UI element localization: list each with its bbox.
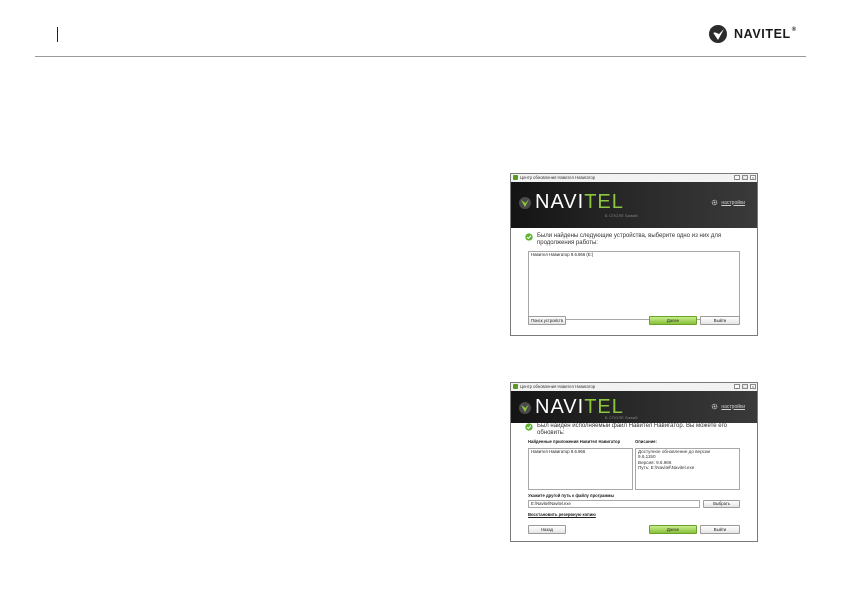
device-list[interactable]: Навител Навигатор 9.6.966 (E:) — [528, 251, 740, 320]
description-label: Описание: — [635, 439, 657, 444]
gear-icon — [712, 403, 718, 410]
banner-subtitle: Б СПОЛЕ Бавий — [605, 416, 638, 420]
list-item[interactable]: Навител Навигатор 9.6.966 — [529, 449, 632, 455]
window-content: Были найдены следующие устройства, выбер… — [511, 228, 757, 335]
gear-icon — [712, 199, 718, 206]
settings-label[interactable]: настройки — [721, 404, 745, 410]
maximize-button[interactable]: □ — [742, 175, 748, 180]
check-icon — [525, 233, 533, 241]
brand-name: NAVITEL® — [734, 27, 797, 41]
app-icon — [513, 384, 518, 389]
update-center-window-executable: Центр обновления Навител Навигатор _ □ ×… — [510, 382, 758, 542]
status-message: Были найдены следующие устройства, выбер… — [525, 233, 737, 247]
window-title: Центр обновления Навител Навигатор — [520, 175, 596, 180]
message-text: Был найден исполняемый файл Навител Нави… — [537, 423, 727, 436]
found-apps-label: Найденные приложения Навител Навигатор — [528, 439, 621, 444]
window-title: Центр обновления Навител Навигатор — [520, 384, 596, 389]
list-item[interactable]: Навител Навигатор 9.6.966 (E:) — [529, 252, 739, 258]
back-button[interactable]: Назад — [528, 525, 566, 534]
description-line: Путь: E:\Navitel\Navitel.exe — [638, 464, 695, 470]
check-icon — [525, 423, 533, 431]
settings-link[interactable]: настройки — [711, 403, 745, 410]
banner-subtitle: Б СПОЛЕ Бавий — [605, 214, 638, 218]
update-center-window-devices: Центр обновления Навител Навигатор _ □ ×… — [510, 173, 758, 336]
browse-button[interactable]: Выбрать — [703, 500, 740, 508]
window-content: Был найден исполняемый файл Навител Нави… — [511, 423, 757, 541]
minimize-button[interactable]: _ — [734, 175, 740, 180]
next-button[interactable]: Далее — [649, 316, 697, 325]
navitel-banner: NAVITEL Б СПОЛЕ Бавий настройки — [511, 391, 757, 423]
banner-logo: NAVITEL — [518, 191, 624, 214]
close-button[interactable]: × — [750, 175, 756, 180]
app-icon — [513, 175, 518, 180]
navitel-emblem-icon — [519, 401, 531, 414]
path-field[interactable]: E:\Navitel\Navitel.exe — [528, 500, 700, 508]
maximize-button[interactable]: □ — [742, 384, 748, 389]
navitel-banner: NAVITEL Б СПОЛЕ Бавий настройки — [511, 182, 757, 228]
found-apps-list[interactable]: Навител Навигатор 9.6.966 — [528, 448, 633, 490]
banner-wordmark: NAVITEL — [535, 191, 624, 213]
path-label: Укажите другой путь к файлу программы — [528, 493, 615, 498]
restore-backup-link[interactable]: Восстановить резервную копию — [528, 512, 596, 517]
page-marker — [57, 27, 58, 42]
navitel-emblem-icon — [519, 196, 531, 209]
header-divider — [35, 56, 806, 57]
message-text: Были найдены следующие устройства, выбер… — [537, 233, 722, 246]
exit-button[interactable]: Выйти — [700, 525, 740, 534]
minimize-button[interactable]: _ — [734, 384, 740, 389]
description-box: Доступное обновление до версии 9.6.1150 … — [635, 448, 740, 490]
search-devices-button[interactable]: Поиск устройств — [528, 316, 566, 325]
close-button[interactable]: × — [750, 384, 756, 389]
settings-link[interactable]: настройки — [711, 199, 745, 206]
exit-button[interactable]: Выйти — [700, 316, 740, 325]
brand-logo: NAVITEL® — [707, 23, 797, 45]
navitel-emblem-icon — [709, 25, 727, 43]
settings-label[interactable]: настройки — [721, 200, 745, 206]
next-button[interactable]: Далее — [649, 525, 697, 534]
status-message: Был найден исполняемый файл Навител Нави… — [525, 423, 737, 437]
